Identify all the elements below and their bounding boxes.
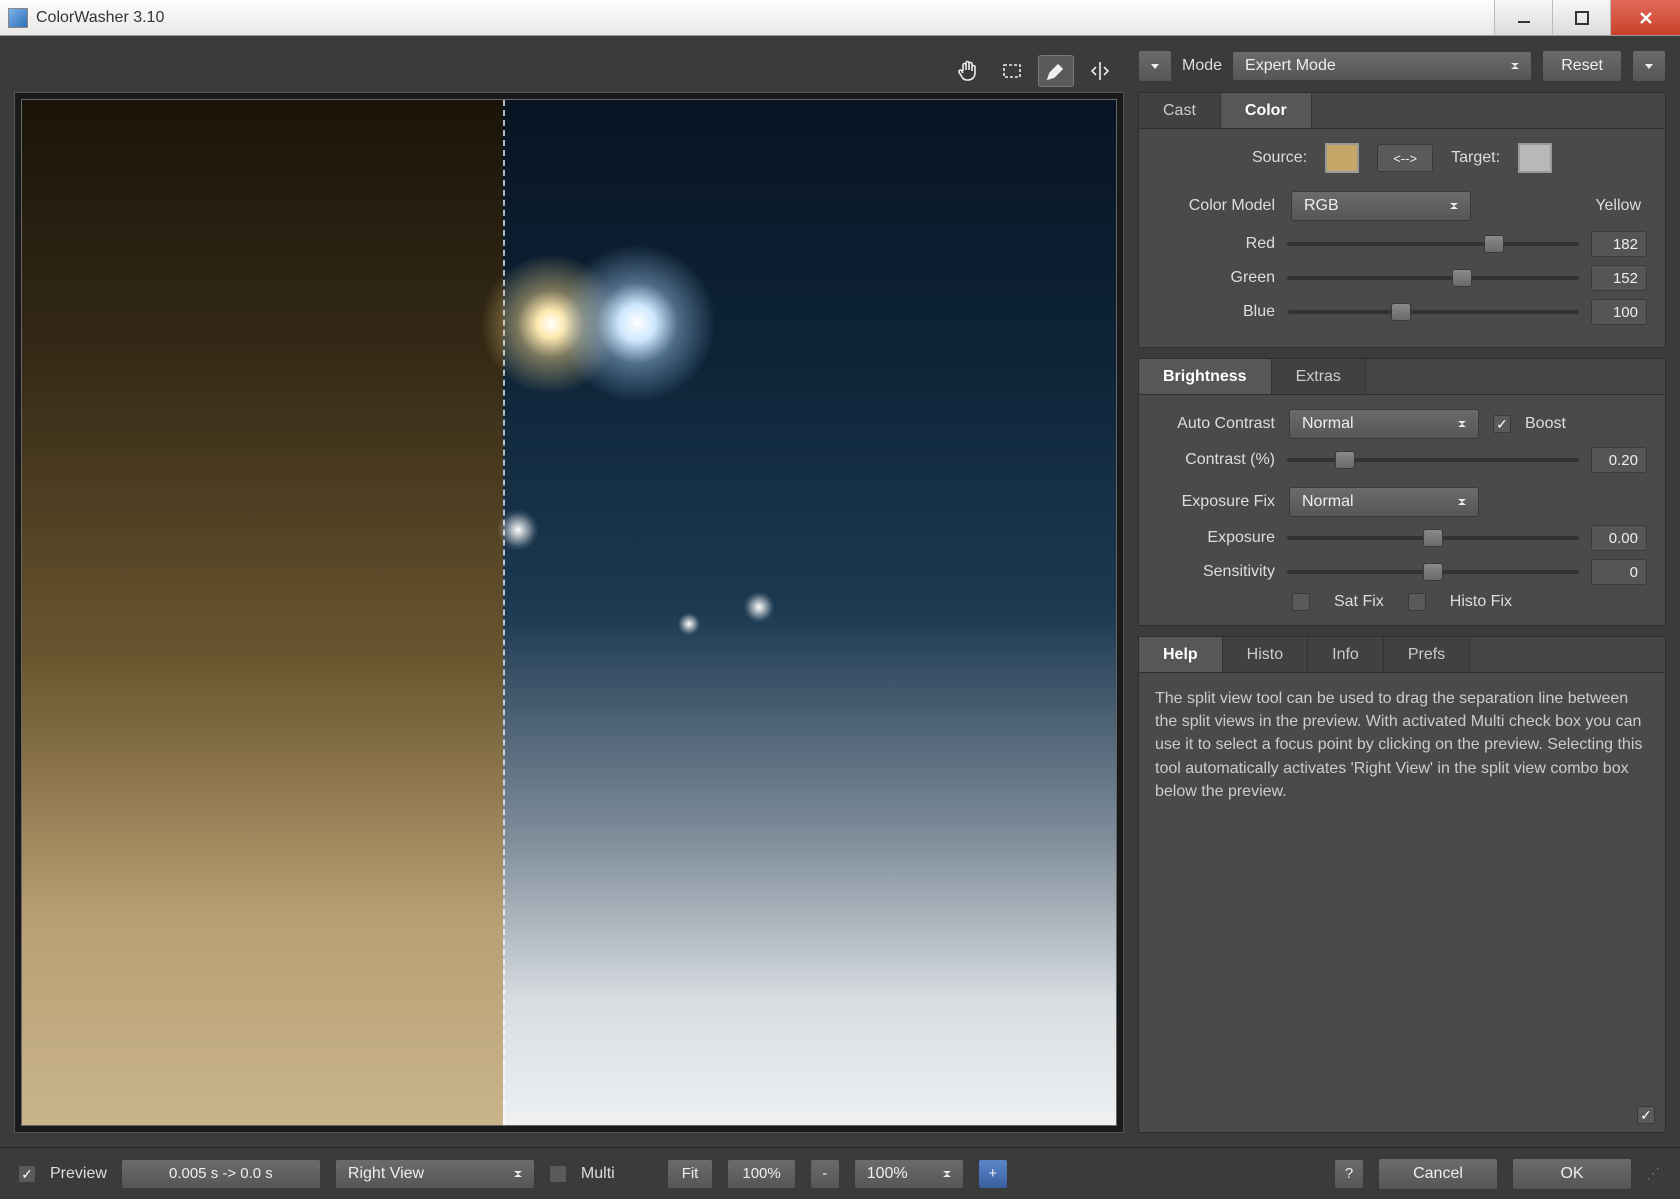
color-model-label: Color Model bbox=[1157, 197, 1275, 215]
auto-contrast-select[interactable]: Normal bbox=[1289, 409, 1479, 439]
window-controls bbox=[1494, 0, 1680, 35]
titlebar: ColorWasher 3.10 bbox=[0, 0, 1680, 36]
maximize-button[interactable] bbox=[1552, 0, 1610, 35]
presets-menu-button[interactable] bbox=[1138, 50, 1172, 82]
resize-grip-icon[interactable]: ⋰ bbox=[1646, 1165, 1662, 1182]
preview-checkbox[interactable] bbox=[18, 1165, 36, 1183]
tab-help[interactable]: Help bbox=[1139, 637, 1223, 672]
green-slider-row: Green 152 bbox=[1157, 265, 1647, 291]
contrast-value[interactable]: 0.20 bbox=[1591, 447, 1647, 473]
view-select[interactable]: Right View bbox=[335, 1159, 535, 1189]
preview-image bbox=[21, 99, 1117, 1126]
color-model-select[interactable]: RGB bbox=[1291, 191, 1471, 221]
boost-checkbox[interactable] bbox=[1493, 415, 1511, 433]
sensitivity-slider[interactable] bbox=[1287, 563, 1579, 581]
blue-slider-row: Blue 100 bbox=[1157, 299, 1647, 325]
app-window: ColorWasher 3.10 bbox=[0, 0, 1680, 1199]
marquee-icon[interactable] bbox=[994, 55, 1030, 87]
sat-fix-checkbox[interactable] bbox=[1292, 593, 1310, 611]
tab-histo[interactable]: Histo bbox=[1223, 637, 1308, 672]
tab-brightness[interactable]: Brightness bbox=[1139, 359, 1272, 394]
target-swatch[interactable] bbox=[1518, 143, 1552, 173]
help-pin-checkbox[interactable] bbox=[1637, 1106, 1655, 1124]
tab-cast[interactable]: Cast bbox=[1139, 93, 1221, 128]
exposure-slider-row: Exposure 0.00 bbox=[1157, 525, 1647, 551]
mode-row: Mode Expert Mode Reset bbox=[1138, 50, 1666, 82]
green-slider[interactable] bbox=[1287, 269, 1579, 287]
preview-label: Preview bbox=[50, 1165, 107, 1183]
zoom-in-button[interactable]: + bbox=[978, 1159, 1008, 1189]
histo-fix-label: Histo Fix bbox=[1450, 593, 1512, 611]
bottom-bar: Preview 0.005 s -> 0.0 s Right View Mult… bbox=[0, 1147, 1680, 1199]
minimize-button[interactable] bbox=[1494, 0, 1552, 35]
color-panel: Cast Color Source: <--> Target: Color Mo… bbox=[1138, 92, 1666, 348]
mode-select[interactable]: Expert Mode bbox=[1232, 51, 1532, 81]
split-view-icon[interactable] bbox=[1082, 55, 1118, 87]
zoom-out-button[interactable]: - bbox=[810, 1159, 840, 1189]
multi-checkbox[interactable] bbox=[549, 1165, 567, 1183]
blue-value[interactable]: 100 bbox=[1591, 299, 1647, 325]
split-handle[interactable] bbox=[503, 100, 505, 1125]
tab-prefs[interactable]: Prefs bbox=[1384, 637, 1470, 672]
timing-display: 0.005 s -> 0.0 s bbox=[121, 1159, 321, 1189]
reset-button[interactable]: Reset bbox=[1542, 50, 1622, 82]
red-slider[interactable] bbox=[1287, 235, 1579, 253]
ok-button[interactable]: OK bbox=[1512, 1158, 1632, 1190]
tab-color[interactable]: Color bbox=[1221, 93, 1312, 128]
help-button[interactable]: ? bbox=[1334, 1159, 1364, 1189]
exposure-fix-label: Exposure Fix bbox=[1157, 493, 1275, 511]
eyedropper-icon[interactable] bbox=[1038, 55, 1074, 87]
preview-area[interactable] bbox=[14, 92, 1124, 1133]
mode-label: Mode bbox=[1182, 57, 1222, 75]
blue-slider[interactable] bbox=[1287, 303, 1579, 321]
help-text: The split view tool can be used to drag … bbox=[1139, 673, 1665, 1132]
sensitivity-slider-row: Sensitivity 0 bbox=[1157, 559, 1647, 585]
app-icon bbox=[8, 8, 28, 28]
sensitivity-value[interactable]: 0 bbox=[1591, 559, 1647, 585]
brightness-panel: Brightness Extras Auto Contrast Normal B… bbox=[1138, 358, 1666, 626]
left-pane bbox=[14, 50, 1124, 1133]
contrast-slider[interactable] bbox=[1287, 451, 1579, 469]
exposure-fix-select[interactable]: Normal bbox=[1289, 487, 1479, 517]
cancel-button[interactable]: Cancel bbox=[1378, 1158, 1498, 1190]
preview-toolbar bbox=[14, 50, 1124, 92]
exposure-value[interactable]: 0.00 bbox=[1591, 525, 1647, 551]
boost-label: Boost bbox=[1525, 415, 1566, 433]
fit-button[interactable]: Fit bbox=[667, 1159, 714, 1189]
window-title: ColorWasher 3.10 bbox=[36, 9, 1494, 27]
histo-fix-checkbox[interactable] bbox=[1408, 593, 1426, 611]
source-label: Source: bbox=[1252, 149, 1307, 167]
tab-extras[interactable]: Extras bbox=[1272, 359, 1366, 394]
multi-label: Multi bbox=[581, 1165, 615, 1183]
target-label: Target: bbox=[1451, 149, 1500, 167]
right-sidebar: Mode Expert Mode Reset Cast Color Source… bbox=[1138, 50, 1666, 1133]
exposure-slider[interactable] bbox=[1287, 529, 1579, 547]
green-value[interactable]: 152 bbox=[1591, 265, 1647, 291]
help-panel: Help Histo Info Prefs The split view too… bbox=[1138, 636, 1666, 1133]
reset-menu-button[interactable] bbox=[1632, 50, 1666, 82]
preview-before bbox=[22, 100, 503, 1125]
sat-fix-label: Sat Fix bbox=[1334, 593, 1384, 611]
red-slider-row: Red 182 bbox=[1157, 231, 1647, 257]
swap-button[interactable]: <--> bbox=[1377, 144, 1433, 172]
tab-info[interactable]: Info bbox=[1308, 637, 1384, 672]
zoom-select[interactable]: 100% bbox=[854, 1159, 964, 1189]
zoom-left[interactable]: 100% bbox=[727, 1159, 795, 1189]
preview-after bbox=[503, 100, 1116, 1125]
contrast-slider-row: Contrast (%) 0.20 bbox=[1157, 447, 1647, 473]
close-button[interactable] bbox=[1610, 0, 1680, 35]
pan-hand-icon[interactable] bbox=[950, 55, 986, 87]
content-area: Mode Expert Mode Reset Cast Color Source… bbox=[0, 36, 1680, 1147]
auto-contrast-label: Auto Contrast bbox=[1157, 415, 1275, 433]
hue-name: Yellow bbox=[1487, 197, 1647, 215]
source-swatch[interactable] bbox=[1325, 143, 1359, 173]
red-value[interactable]: 182 bbox=[1591, 231, 1647, 257]
